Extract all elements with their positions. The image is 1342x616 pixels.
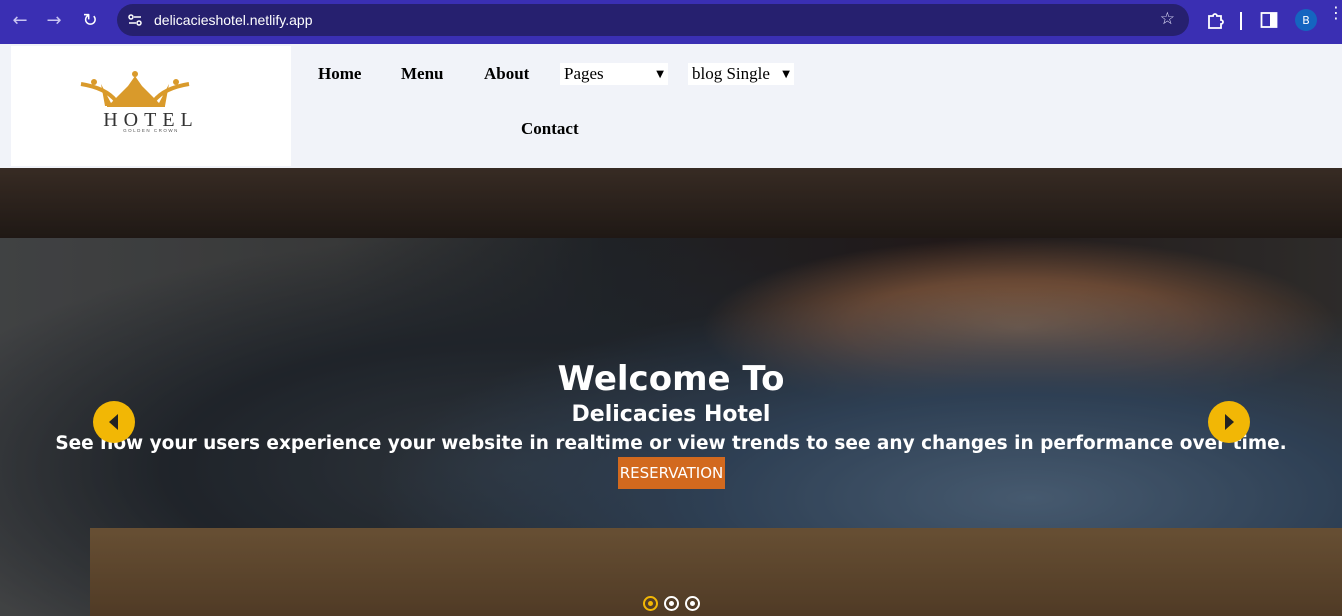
hero-subtitle: Delicacies Hotel xyxy=(571,402,771,427)
site-header: HOTEL GOLDEN CROWN Home Menu About Pages… xyxy=(0,44,1342,168)
address-bar[interactable]: delicacieshotel.netlify.app ☆ xyxy=(117,4,1189,36)
site-settings-icon[interactable] xyxy=(127,12,143,28)
carousel-prev-button[interactable] xyxy=(93,401,135,443)
hero-carousel: Welcome To Delicacies Hotel See how your… xyxy=(0,168,1342,616)
menu-dots-icon[interactable]: ⋮ xyxy=(1328,5,1342,21)
chevron-down-icon: ▼ xyxy=(656,68,664,80)
browser-toolbar: ← → ↻ delicacieshotel.netlify.app ☆ B ⋮ xyxy=(0,0,1342,44)
nav-home[interactable]: Home xyxy=(318,64,361,84)
triangle-right-icon xyxy=(1225,414,1234,430)
hero-description: See how your users experience your websi… xyxy=(55,433,1287,454)
toolbar-divider xyxy=(1240,12,1242,30)
logo-tagline: GOLDEN CROWN xyxy=(123,128,179,133)
hotel-logo[interactable]: HOTEL GOLDEN CROWN xyxy=(11,46,291,166)
chevron-down-icon: ▼ xyxy=(782,68,790,80)
back-arrow-icon[interactable]: ← xyxy=(8,8,32,32)
reservation-button[interactable]: RESERVATION xyxy=(618,457,725,489)
nav-contact[interactable]: Contact xyxy=(521,119,579,139)
reload-icon[interactable]: ↻ xyxy=(78,8,102,32)
pages-select[interactable]: Pages ▼ xyxy=(560,63,668,85)
carousel-indicator-2[interactable] xyxy=(664,596,679,611)
side-panel-icon[interactable] xyxy=(1260,11,1278,29)
carousel-indicators xyxy=(643,596,700,611)
forward-arrow-icon[interactable]: → xyxy=(42,8,66,32)
triangle-left-icon xyxy=(109,414,118,430)
crown-logo-icon: HOTEL GOLDEN CROWN xyxy=(80,71,193,133)
nav-about[interactable]: About xyxy=(484,64,529,84)
profile-avatar[interactable]: B xyxy=(1295,9,1317,31)
pages-select-value: Pages xyxy=(564,64,604,83)
carousel-indicator-1[interactable] xyxy=(643,596,658,611)
extensions-icon[interactable] xyxy=(1205,10,1225,30)
hero-title: Welcome To xyxy=(557,359,785,399)
blog-select-value: blog Single xyxy=(692,64,770,83)
nav-menu[interactable]: Menu xyxy=(401,64,444,84)
blog-select[interactable]: blog Single ▼ xyxy=(688,63,794,85)
url-text[interactable]: delicacieshotel.netlify.app xyxy=(154,12,313,28)
carousel-indicator-3[interactable] xyxy=(685,596,700,611)
bookmark-star-icon[interactable]: ☆ xyxy=(1160,9,1175,29)
carousel-next-button[interactable] xyxy=(1208,401,1250,443)
